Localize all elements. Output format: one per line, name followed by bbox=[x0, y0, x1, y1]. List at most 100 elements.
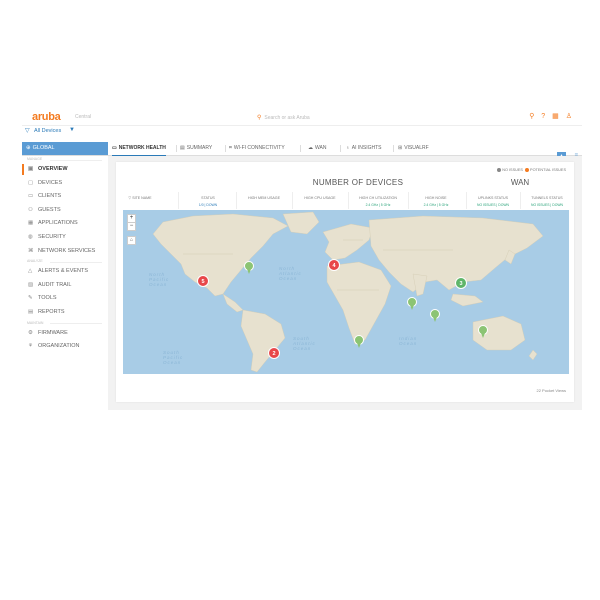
map-marker[interactable]: 5 bbox=[197, 275, 209, 287]
help-icon[interactable]: ? bbox=[541, 113, 545, 120]
col-high-noise-sub: 2.4 GHz | 5 GHz bbox=[423, 203, 449, 207]
tab-network-health[interactable]: ▭ NETWORK HEALTH bbox=[112, 142, 166, 157]
caret-down-icon: ▼ bbox=[69, 127, 75, 133]
search-icon[interactable]: ⚲ bbox=[529, 113, 534, 120]
col-status-sub: 1/0 | DOWN bbox=[198, 203, 218, 207]
tab-wan[interactable]: ☁ WAN bbox=[308, 142, 326, 155]
map-markers: 5 4 2 3 bbox=[197, 259, 488, 359]
alert-icon: △ bbox=[28, 268, 33, 275]
sidebar-item-clients[interactable]: ▭ CLIENTS bbox=[22, 190, 108, 204]
map-marker-pin bbox=[357, 343, 361, 348]
sidebar-item-security[interactable]: ◍ SECURITY bbox=[22, 231, 108, 245]
map-marker-pin bbox=[247, 269, 251, 274]
sidebar-item-firmware[interactable]: ⚙ FIRMWARE bbox=[22, 327, 108, 341]
col-high-mem: HIGH MEM USAGE bbox=[248, 196, 280, 200]
summary-icon: ▤ bbox=[180, 145, 185, 151]
map-marker-pin bbox=[481, 333, 485, 338]
tab-bar: ⊕ GLOBAL ▭ NETWORK HEALTH ▤ SUMMARY ⌗ WI-FI … bbox=[22, 142, 582, 161]
globe-icon: ⊕ bbox=[26, 145, 31, 151]
global-scope[interactable]: ⊕ GLOBAL bbox=[22, 142, 108, 155]
user-icon[interactable]: ♙ bbox=[566, 113, 572, 120]
sidebar-item-organization[interactable]: ⚘ ORGANIZATION bbox=[22, 340, 108, 354]
sidebar-item-guests[interactable]: ⚇ GUESTS bbox=[22, 204, 108, 218]
clients-icon: ▭ bbox=[28, 193, 34, 200]
scope-label: All Devices bbox=[34, 128, 62, 134]
map-marker[interactable] bbox=[354, 335, 364, 349]
number-of-devices-title: NUMBER OF DEVICES bbox=[312, 178, 404, 187]
map-marker[interactable]: 4 bbox=[328, 259, 340, 271]
map-marker-count: 3 bbox=[459, 281, 462, 287]
search-icon: ⚲ bbox=[257, 115, 262, 121]
potential-issues-dot bbox=[525, 168, 530, 172]
global-search[interactable]: ⚲ Search or ask Aruba bbox=[257, 114, 310, 121]
map-marker[interactable] bbox=[478, 325, 488, 339]
col-uplinks-status-sub: NO ISSUES | DOWN bbox=[477, 203, 509, 207]
audit-icon: ▨ bbox=[28, 281, 34, 288]
sidebar-item-tools[interactable]: ✎ TOOLS bbox=[22, 292, 108, 306]
aruba-logo[interactable]: aruba bbox=[32, 111, 61, 123]
app-window: aruba Central ⚲ Search or ask Aruba ⚲ ? ▦… bbox=[22, 110, 582, 410]
filter-icon: ▽ bbox=[128, 196, 132, 200]
overview-icon: ▣ bbox=[28, 166, 34, 172]
main-content: NO ISSUES POTENTIAL ISSUES NUMBER OF DEV… bbox=[108, 156, 582, 410]
tab-summary[interactable]: ▤ SUMMARY bbox=[180, 142, 212, 155]
network-health-panel: NO ISSUES POTENTIAL ISSUES NUMBER OF DEV… bbox=[116, 162, 574, 402]
no-issues-dot bbox=[497, 168, 502, 172]
logo-subtitle: Central bbox=[75, 114, 92, 120]
world-map[interactable]: North Pacific Ocean North Atlantic Ocean Sou… bbox=[123, 210, 569, 374]
legend-potential-issues: POTENTIAL ISSUES bbox=[530, 168, 566, 172]
guests-icon: ⚇ bbox=[28, 206, 33, 213]
sidebar-item-alerts-events[interactable]: △ ALERTS & EVENTS bbox=[22, 265, 108, 279]
col-high-noise: HIGH NOISE bbox=[425, 196, 447, 200]
footer-note: 22 Pocket Views bbox=[536, 388, 567, 393]
col-high-ch-util-sub: 2.4 GHz | 5 GHz bbox=[365, 203, 391, 207]
tab-visualrf[interactable]: ⊞ VISUALRF bbox=[398, 142, 429, 155]
map-marker[interactable] bbox=[430, 309, 440, 323]
col-tunnels-status-sub: NO ISSUES | DOWN bbox=[531, 203, 563, 207]
col-uplinks-status: UPLINKS STATUS bbox=[477, 196, 509, 200]
monitor-icon: ▭ bbox=[112, 145, 117, 151]
sidebar-item-reports[interactable]: ▤ REPORTS bbox=[22, 306, 108, 320]
wifi-icon: ⌗ bbox=[229, 145, 232, 151]
map-marker[interactable]: 3 bbox=[455, 277, 467, 289]
bulb-icon: ♁ bbox=[346, 145, 350, 151]
grid-icon[interactable]: ▦ bbox=[552, 113, 559, 120]
map-marker[interactable] bbox=[407, 297, 417, 311]
wan-title: WAN bbox=[510, 178, 530, 187]
section-analyze: ANALYZE bbox=[22, 258, 108, 265]
filter-icon: ▽ bbox=[25, 128, 30, 134]
sidebar-item-network-services[interactable]: ⌘ NETWORK SERVICES bbox=[22, 245, 108, 259]
applications-icon: ▦ bbox=[28, 220, 34, 227]
network-services-icon: ⌘ bbox=[28, 247, 34, 254]
col-site-name[interactable]: ▽ SITE NAME bbox=[120, 196, 160, 200]
map-marker-pin bbox=[433, 317, 437, 322]
map-marker-count: 2 bbox=[272, 351, 275, 357]
map-marker[interactable]: 2 bbox=[268, 347, 280, 359]
sidebar-item-applications[interactable]: ▦ APPLICATIONS bbox=[22, 217, 108, 231]
col-high-ch-util: HIGH CH UTILIZATION bbox=[359, 196, 397, 200]
status-legend: NO ISSUES POTENTIAL ISSUES bbox=[497, 168, 566, 172]
legend-no-issues: NO ISSUES bbox=[502, 168, 523, 172]
map-marker-count: 5 bbox=[201, 279, 204, 285]
tools-icon: ✎ bbox=[28, 295, 33, 302]
top-icons: ⚲ ? ▦ ♙ bbox=[524, 112, 572, 120]
reports-icon: ▤ bbox=[28, 308, 34, 315]
section-manage: MANAGE bbox=[22, 156, 108, 163]
col-high-cpu: HIGH CPU USAGE bbox=[304, 196, 336, 200]
sidebar-item-devices[interactable]: ▢ DEVICES bbox=[22, 177, 108, 191]
security-icon: ◍ bbox=[28, 233, 33, 240]
cloud-icon: ☁ bbox=[308, 145, 313, 151]
map-marker[interactable] bbox=[244, 261, 254, 275]
sidebar-item-audit-trail[interactable]: ▨ AUDIT TRAIL bbox=[22, 279, 108, 293]
col-status: STATUS bbox=[201, 196, 215, 200]
devices-icon: ▢ bbox=[28, 179, 34, 186]
section-maintain: MAINTAIN bbox=[22, 320, 108, 327]
floorplan-icon: ⊞ bbox=[398, 145, 403, 151]
tab-ai-insights[interactable]: ♁ AI INSIGHTS bbox=[346, 142, 381, 155]
scope-selector[interactable]: ▽ All Devices ▼ bbox=[22, 126, 582, 138]
sidebar: MANAGE ▣ OVERVIEW ▢ DEVICES ▭ CLIENTS ⚇ GUES… bbox=[22, 156, 108, 410]
organization-icon: ⚘ bbox=[28, 343, 33, 350]
tab-wifi-connectivity[interactable]: ⌗ WI-FI CONNECTIVITY bbox=[229, 142, 285, 155]
sidebar-item-overview[interactable]: ▣ OVERVIEW bbox=[22, 163, 108, 177]
firmware-icon: ⚙ bbox=[28, 329, 33, 336]
